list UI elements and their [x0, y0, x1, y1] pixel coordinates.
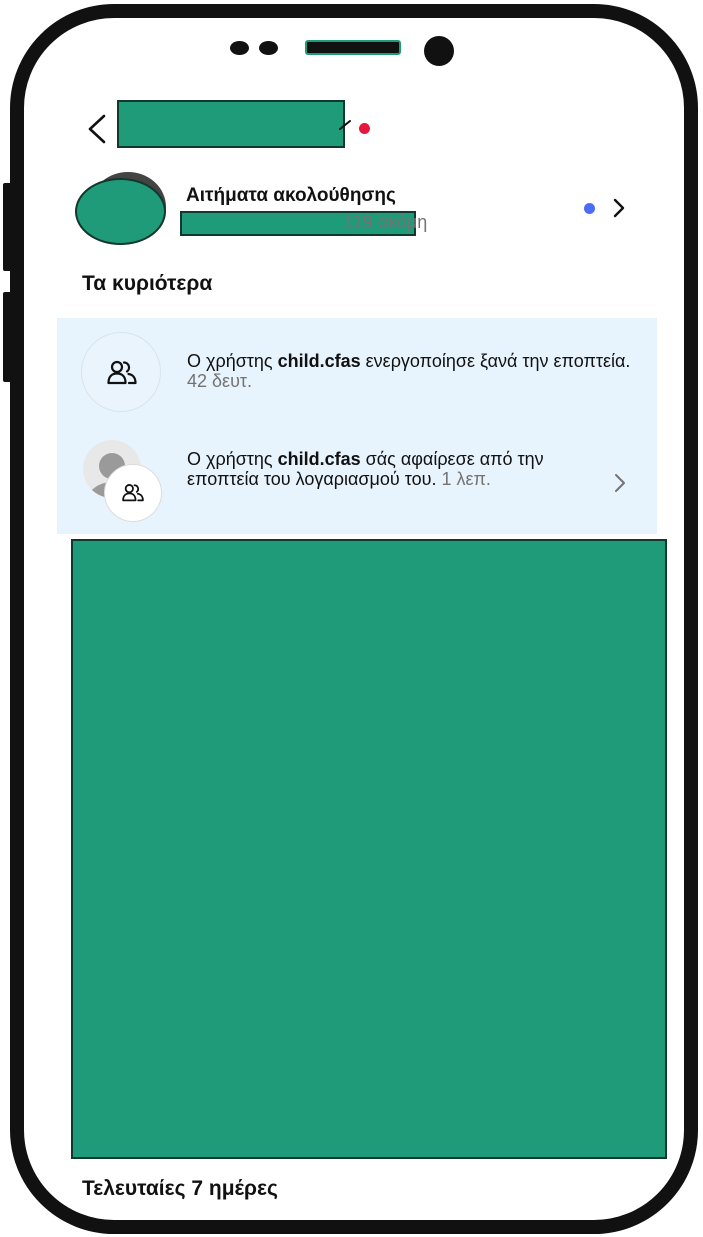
- notification-prefix: Ο χρήστης: [187, 449, 278, 469]
- notification-text: Ο χρήστης child.cfas ενεργοποίησε ξανά τ…: [187, 351, 647, 391]
- people-icon: [107, 360, 137, 385]
- redacted-avatar: [75, 178, 166, 245]
- notification-item[interactable]: Ο χρήστης child.cfas σάς αφαίρεσε από τη…: [57, 422, 657, 534]
- people-icon: [122, 484, 144, 502]
- notification-dot: [359, 123, 370, 134]
- highlighted-notifications: Ο χρήστης child.cfas ενεργοποίησε ξανά τ…: [57, 318, 657, 534]
- screenshot: Αιτήματα ακολούθησης 119 ακόμη Τα κυριότ…: [0, 0, 703, 1237]
- unread-dot: [584, 203, 595, 214]
- sensor-dot: [230, 41, 249, 55]
- redacted-content: [71, 539, 667, 1159]
- sensor-dot: [259, 41, 278, 55]
- notification-username[interactable]: child.cfas: [278, 351, 361, 371]
- camera-dot: [424, 36, 454, 66]
- notification-message: ενεργοποίησε ξανά την εποπτεία.: [360, 351, 631, 371]
- notification-time: 42 δευτ.: [187, 371, 253, 391]
- chevron-left-icon[interactable]: [86, 114, 110, 144]
- follow-requests-count: 119 ακόμη: [344, 212, 428, 232]
- notification-text: Ο χρήστης child.cfas σάς αφαίρεσε από τη…: [187, 449, 597, 489]
- chevron-right-icon: [615, 474, 625, 492]
- notification-prefix: Ο χρήστης: [187, 351, 278, 371]
- notification-item[interactable]: Ο χρήστης child.cfas ενεργοποίησε ξανά τ…: [57, 318, 657, 422]
- notification-icon-circle: [81, 332, 161, 412]
- notification-icon-circle: [104, 464, 162, 522]
- follow-requests-row[interactable]: Αιτήματα ακολούθησης 119 ακόμη: [72, 168, 642, 248]
- section-title-highlights: Τα κυριότερα: [82, 272, 213, 295]
- section-title-last-7-days: Τελευταίες 7 ημέρες: [82, 1177, 278, 1200]
- speaker-bar: [305, 40, 401, 55]
- notification-username[interactable]: child.cfas: [278, 449, 361, 469]
- chevron-right-icon: [613, 198, 625, 218]
- redacted-account-name: [117, 100, 345, 148]
- chevron-down-icon[interactable]: [338, 118, 352, 134]
- follow-requests-title: Αιτήματα ακολούθησης: [186, 185, 396, 206]
- notification-time: 1 λεπ.: [441, 469, 491, 489]
